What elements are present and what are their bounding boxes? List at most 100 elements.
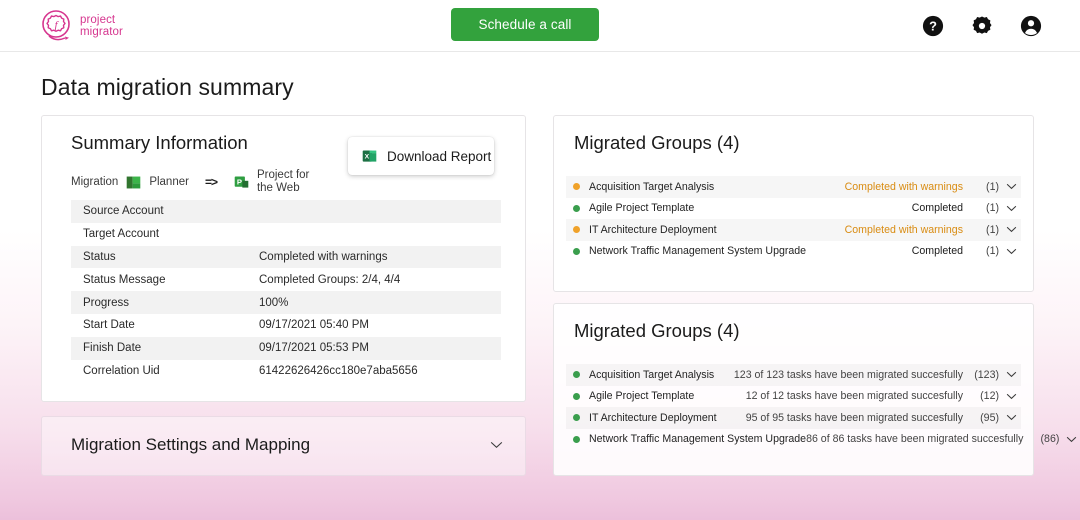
list-item[interactable]: Acquisition Target Analysis Completed wi… — [566, 176, 1021, 198]
status-dot-ok-icon — [573, 435, 580, 443]
migrated-groups-panel-2: Migrated Groups (4) Acquisition Target A… — [553, 303, 1077, 476]
help-icon[interactable]: ? — [922, 15, 944, 37]
row-key: Progress — [83, 296, 130, 309]
status-dot-ok-icon — [573, 414, 580, 422]
group-count: (86) — [1040, 433, 1060, 446]
chevron-down-icon[interactable] — [1006, 183, 1017, 190]
status-dot-ok-icon — [573, 392, 580, 400]
logo-text-line2: migrator — [80, 26, 123, 38]
target-product-line2: the Web — [256, 182, 300, 195]
list-item[interactable]: IT Architecture Deployment 95 of 95 task… — [566, 407, 1021, 429]
group-status: Completed — [911, 202, 963, 215]
table-row: Start Date 09/17/2021 05:40 PM — [71, 314, 501, 337]
migrated-groups-panel-1: Migrated Groups (4) Acquisition Target A… — [553, 115, 1034, 292]
table-row: Target Account — [71, 223, 501, 246]
migration-label: Migration — [71, 176, 119, 189]
row-value: 100% — [259, 296, 289, 309]
row-value: 09/17/2021 05:40 PM — [259, 319, 369, 332]
page-title: Data migration summary — [41, 74, 294, 100]
migrated-groups-title: Migrated Groups (4) — [574, 132, 740, 153]
settings-gear-icon[interactable] — [971, 15, 993, 37]
row-key: Target Account — [83, 228, 160, 241]
status-dot-ok-icon — [573, 204, 580, 212]
migration-arrow: => — [204, 175, 218, 190]
summary-title: Summary Information — [71, 132, 248, 153]
list-item[interactable]: Network Traffic Management System Upgrad… — [566, 241, 1021, 263]
group-count: (12) — [980, 390, 999, 403]
list-item[interactable]: Agile Project Template 12 of 12 tasks ha… — [566, 386, 1021, 408]
table-row: Correlation Uid 61422626426cc180e7aba565… — [71, 360, 501, 383]
table-row: Status Message Completed Groups: 2/4, 4/… — [71, 268, 501, 291]
svg-text:X: X — [365, 153, 370, 160]
list-item[interactable]: Agile Project Template Completed (1) — [566, 198, 1021, 220]
chevron-down-icon[interactable] — [1006, 205, 1017, 212]
migration-direction: Migration Planner => P Project for the W… — [71, 169, 309, 195]
row-value: 61422626426cc180e7aba5656 — [259, 364, 418, 377]
gear-f-logo-icon: f — [42, 10, 70, 41]
row-key: Start Date — [83, 319, 135, 332]
group-name: Acquisition Target Analysis — [589, 368, 715, 381]
group-name: IT Architecture Deployment — [589, 223, 717, 236]
migration-settings-accordion[interactable]: Migration Settings and Mapping — [41, 416, 526, 476]
chevron-down-icon[interactable] — [1006, 226, 1017, 233]
table-row: Progress 100% — [71, 291, 501, 314]
list-item[interactable]: IT Architecture Deployment Completed wit… — [566, 219, 1021, 241]
chevron-down-icon[interactable] — [1006, 248, 1017, 255]
status-dot-warning-icon — [573, 183, 580, 191]
group-status: Completed with warnings — [844, 223, 963, 236]
group-count: (1) — [986, 180, 999, 193]
chevron-down-icon[interactable] — [1066, 436, 1077, 443]
status-dot-warning-icon — [573, 226, 580, 234]
summary-detail-table: Source Account Target Account Status Com… — [71, 200, 501, 382]
logo-text-line1: project — [80, 13, 116, 26]
group-count: (1) — [986, 245, 999, 258]
account-icon[interactable] — [1020, 15, 1042, 37]
row-key: Finish Date — [83, 342, 142, 355]
group-name: Network Traffic Management System Upgrad… — [589, 245, 807, 258]
download-report-label: Download Report — [387, 148, 492, 164]
status-dot-ok-icon — [573, 247, 580, 255]
chevron-down-icon[interactable] — [1006, 393, 1017, 400]
list-item[interactable]: Acquisition Target Analysis 123 of 123 t… — [566, 364, 1021, 386]
group-name: Agile Project Template — [589, 390, 695, 403]
chevron-down-icon[interactable] — [490, 441, 503, 449]
target-product-line1: Project for — [256, 169, 310, 181]
migration-settings-label: Migration Settings and Mapping — [71, 435, 311, 454]
chevron-down-icon[interactable] — [1006, 371, 1017, 378]
group-name: Agile Project Template — [589, 202, 695, 215]
planner-icon — [127, 176, 141, 189]
target-product-name: Project for the Web — [257, 169, 309, 195]
group-status: 123 of 123 tasks have been migrated succ… — [733, 368, 963, 381]
row-key: Status — [83, 250, 116, 263]
chevron-down-icon[interactable] — [1006, 414, 1017, 421]
migrated-groups-list: Acquisition Target Analysis Completed wi… — [566, 176, 1021, 262]
list-item[interactable]: Network Traffic Management System Upgrad… — [566, 429, 1077, 451]
schedule-a-call-button[interactable]: Schedule a call — [451, 8, 599, 41]
row-key: Status Message — [83, 273, 166, 286]
group-status: 95 of 95 tasks have been migrated succes… — [745, 411, 963, 424]
project-icon: P — [234, 176, 249, 188]
svg-text:?: ? — [929, 19, 937, 34]
group-status: 86 of 86 tasks have been migrated succes… — [806, 433, 1024, 446]
svg-text:P: P — [237, 177, 242, 186]
row-key: Source Account — [83, 205, 164, 218]
row-value: 09/17/2021 05:53 PM — [259, 342, 369, 355]
table-row: Source Account — [71, 200, 501, 223]
group-status: 12 of 12 tasks have been migrated succes… — [745, 390, 963, 403]
group-name: Network Traffic Management System Upgrad… — [589, 433, 807, 446]
header-icon-group: ? — [922, 0, 1042, 52]
group-count: (123) — [974, 368, 999, 381]
group-count: (1) — [986, 202, 999, 215]
migrated-groups-title: Migrated Groups (4) — [574, 320, 740, 341]
group-count: (95) — [980, 411, 999, 424]
group-status: Completed — [911, 245, 963, 258]
app-logo[interactable]: f project migrator — [40, 9, 123, 43]
excel-icon: X — [362, 150, 377, 162]
logo-text: project migrator — [80, 14, 123, 38]
migrated-groups-list: Acquisition Target Analysis 123 of 123 t… — [566, 364, 1077, 451]
table-row: Finish Date 09/17/2021 05:53 PM — [71, 336, 501, 360]
row-key: Correlation Uid — [83, 364, 160, 377]
group-status: Completed with warnings — [844, 180, 963, 193]
download-report-button[interactable]: X Download Report — [348, 137, 494, 175]
group-name: IT Architecture Deployment — [589, 411, 717, 424]
